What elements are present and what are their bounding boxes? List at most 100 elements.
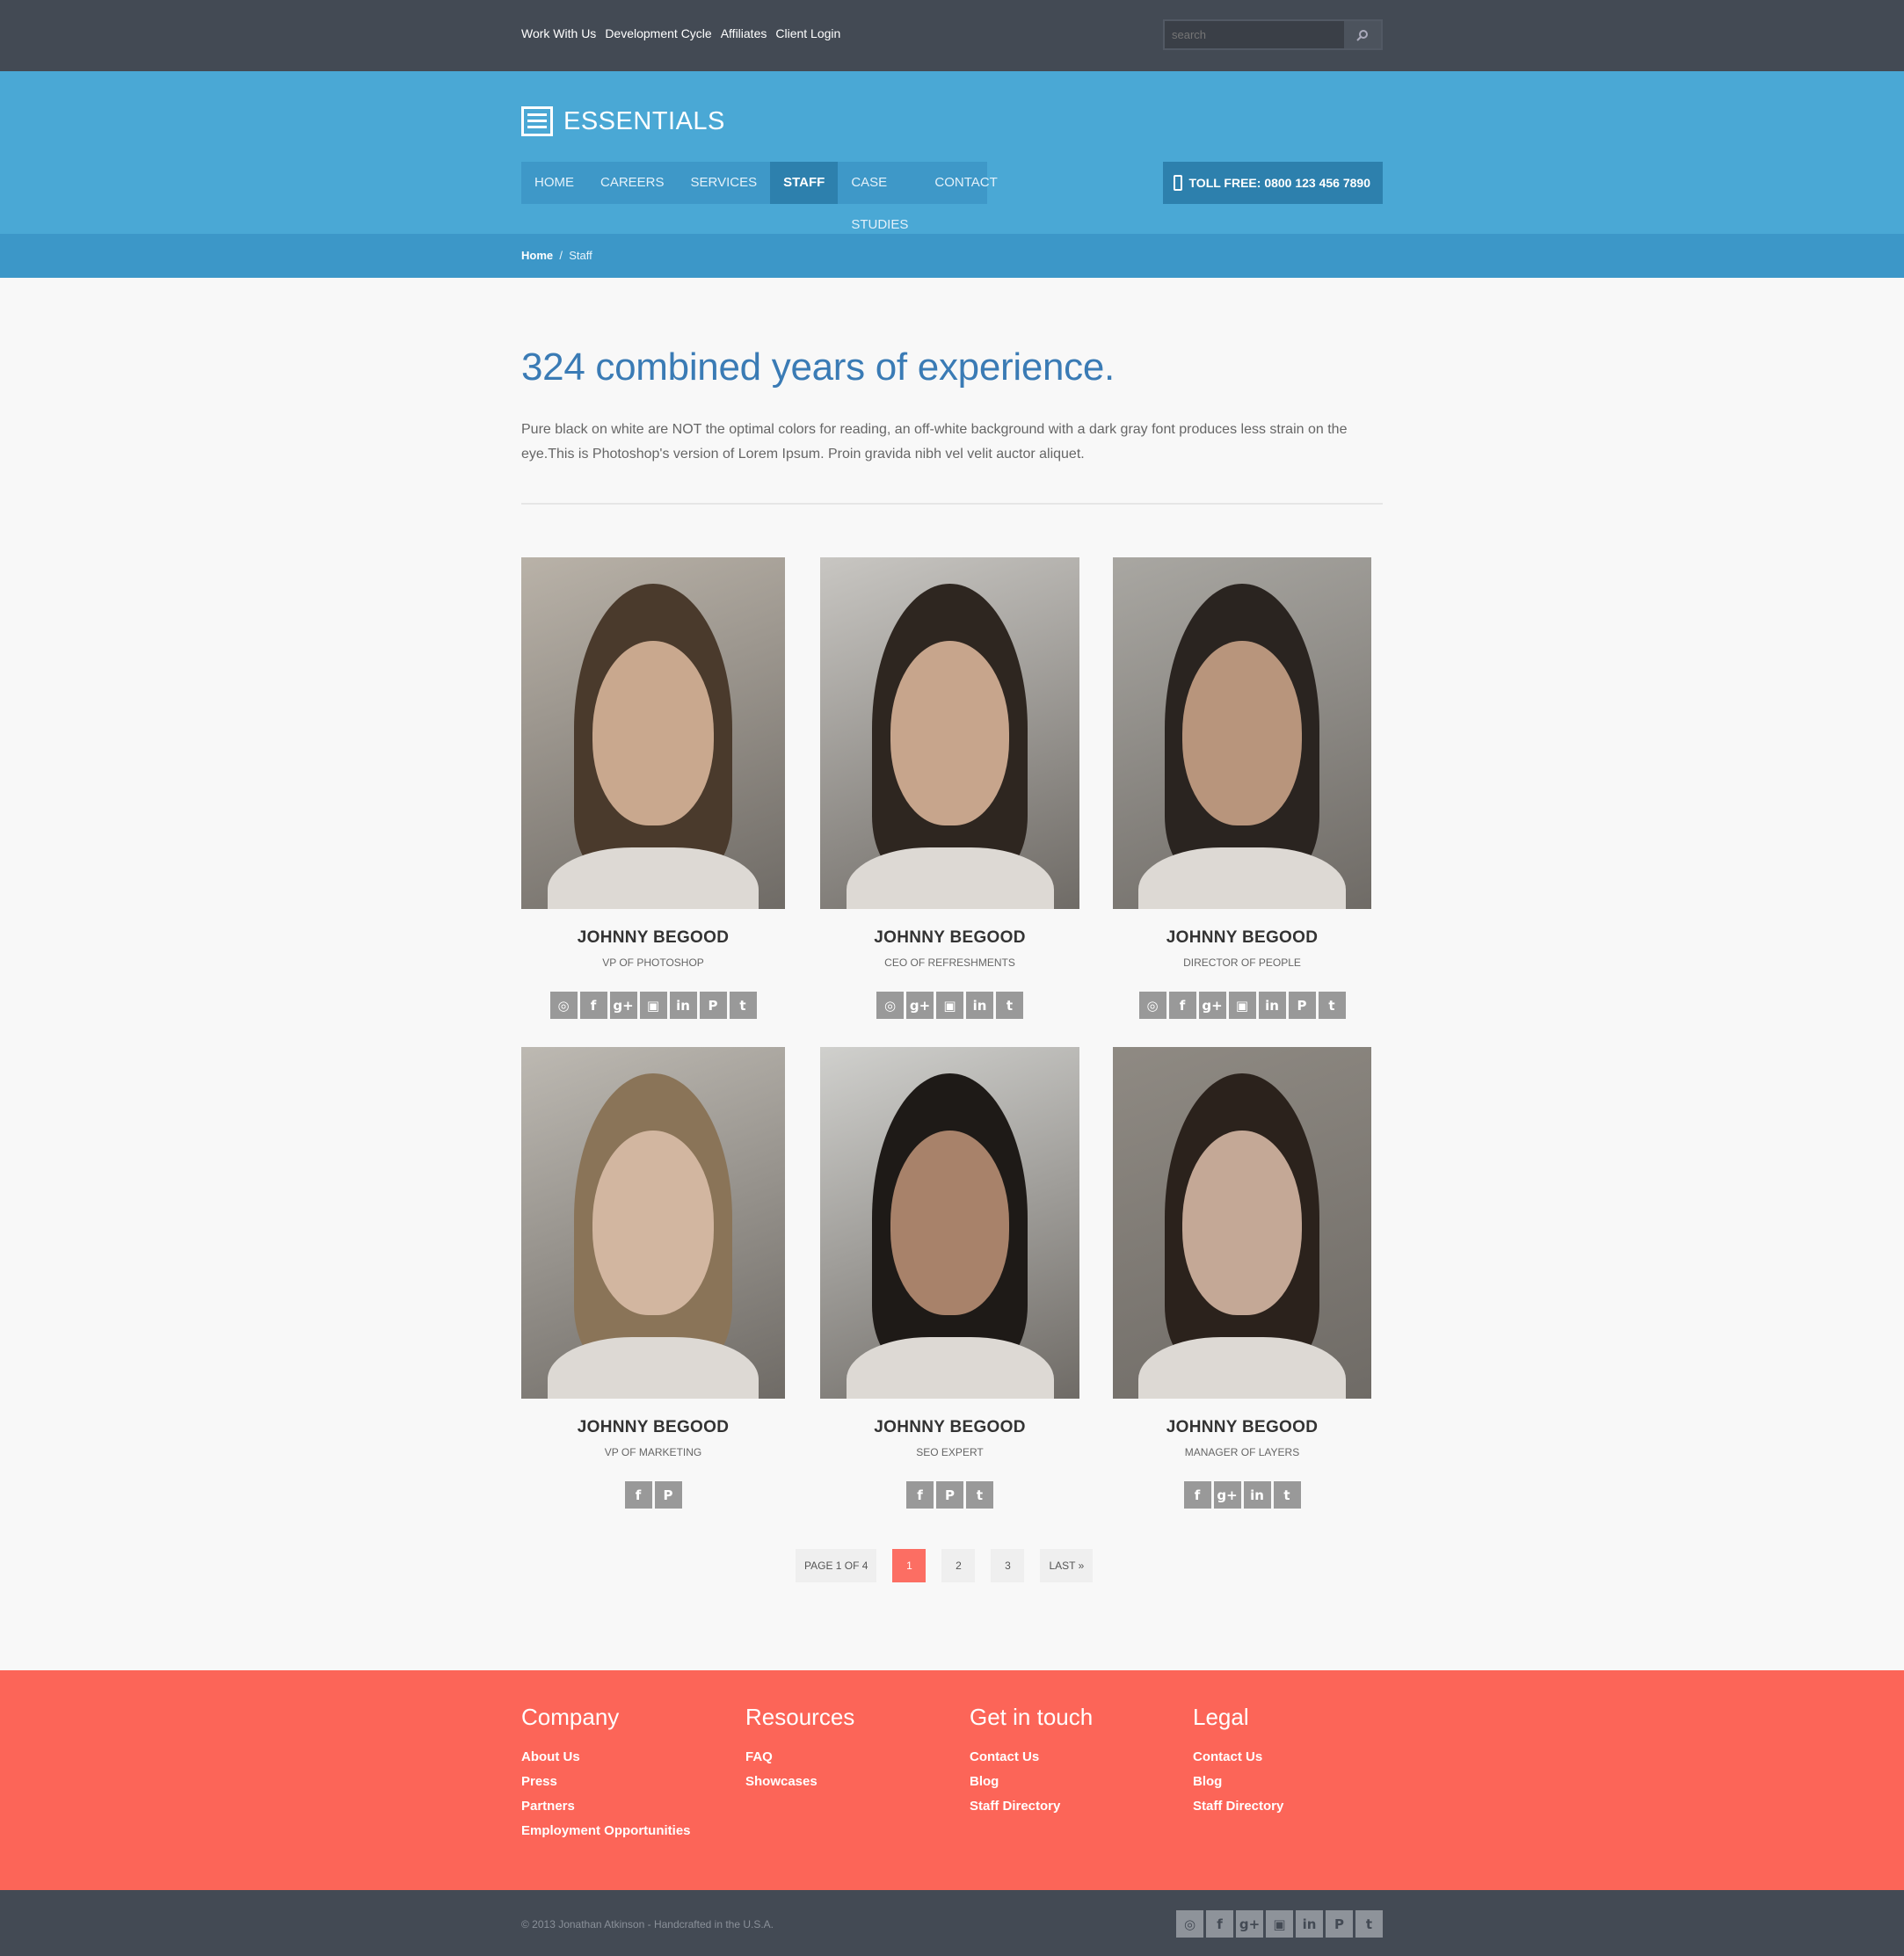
staff-photo <box>521 1047 785 1399</box>
site-header: ESSENTIALS HOME CAREERS SERVICES STAFF C… <box>0 71 1904 234</box>
staff-role: VP OF PHOTOSHOP <box>602 956 704 969</box>
pinterest-icon[interactable]: P <box>1326 1910 1353 1938</box>
linkedin-icon[interactable]: in <box>1258 992 1286 1019</box>
top-bar: Work With Us Development Cycle Affiliate… <box>0 0 1904 71</box>
facebook-icon[interactable]: f <box>1183 1481 1211 1509</box>
page-title: 324 combined years of experience. <box>521 345 1115 389</box>
page-1-button[interactable]: 1 <box>892 1549 927 1582</box>
staff-name: JOHNNY BEGOOD <box>1166 928 1319 947</box>
footer-link[interactable]: Staff Directory <box>1193 1794 1283 1819</box>
footer-link[interactable]: Partners <box>521 1794 691 1819</box>
page-2-button[interactable]: 2 <box>941 1549 976 1582</box>
phone-icon <box>1173 175 1182 191</box>
footer-link[interactable]: Showcases <box>745 1770 854 1794</box>
search-input[interactable] <box>1165 21 1344 48</box>
instagram-icon[interactable]: ▣ <box>1228 992 1256 1019</box>
staff-role: SEO EXPERT <box>916 1446 984 1458</box>
staff-name: JOHNNY BEGOOD <box>874 1418 1026 1436</box>
staff-social-icons: fPt <box>820 1481 1079 1509</box>
page-3-button[interactable]: 3 <box>991 1549 1025 1582</box>
pagination-summary: PAGE 1 OF 4 <box>796 1549 877 1582</box>
pagination: PAGE 1 OF 4 1 2 3 LAST » <box>796 1549 1094 1582</box>
pinterest-icon[interactable]: P <box>1288 992 1316 1019</box>
footer-link[interactable]: About Us <box>521 1745 691 1770</box>
staff-photo <box>820 557 1079 909</box>
dribbble-icon[interactable]: ◎ <box>549 992 578 1019</box>
facebook-icon[interactable]: f <box>579 992 607 1019</box>
footer: Company About Us Press Partners Employme… <box>0 1670 1904 1890</box>
facebook-icon[interactable]: f <box>906 1481 934 1509</box>
twitter-icon[interactable]: t <box>1355 1910 1383 1938</box>
footer-link[interactable]: Employment Opportunities <box>521 1819 691 1843</box>
google-plus-icon[interactable]: g+ <box>609 992 637 1019</box>
footer-column-get-in-touch: Get in touch Contact Us Blog Staff Direc… <box>970 1704 1093 1819</box>
breadcrumb-bar: Home / Staff <box>0 234 1904 278</box>
pinterest-icon[interactable]: P <box>936 1481 963 1509</box>
footer-link[interactable]: Blog <box>1193 1770 1283 1794</box>
staff-card: JOHNNY BEGOOD SEO EXPERT f Pt <box>820 1047 1079 1509</box>
staff-role: CEO OF REFRESHMENTS <box>884 956 1015 969</box>
footer-heading: Resources <box>745 1704 855 1730</box>
staff-photo <box>1113 557 1371 909</box>
google-plus-icon[interactable]: g+ <box>1213 1481 1241 1509</box>
twitter-icon[interactable]: t <box>1273 1481 1301 1509</box>
linkedin-icon[interactable]: in <box>966 992 993 1019</box>
footer-column-resources: Resources FAQ Showcases <box>745 1704 854 1794</box>
staff-social-icons: ◎ f g+ ▣ in Pt <box>1113 992 1371 1019</box>
footer-column-company: Company About Us Press Partners Employme… <box>521 1704 691 1843</box>
intro-text: Pure black on white are NOT the optimal … <box>521 422 1348 462</box>
breadcrumb-separator: / <box>559 249 563 262</box>
staff-role: MANAGER OF LAYERS <box>1184 1446 1300 1458</box>
staff-social-icons: fP <box>521 1481 785 1509</box>
divider <box>521 503 1383 505</box>
dribbble-icon[interactable]: ◎ <box>1138 992 1166 1019</box>
staff-social-icons: ◎ f g+ ▣ in Pt <box>521 992 785 1019</box>
staff-name: JOHNNY BEGOOD <box>577 928 730 947</box>
staff-photo <box>521 557 785 909</box>
footer-link[interactable]: Blog <box>970 1770 1093 1794</box>
staff-photo <box>820 1047 1079 1399</box>
twitter-icon[interactable]: t <box>1318 992 1346 1019</box>
instagram-icon[interactable]: ▣ <box>639 992 667 1019</box>
facebook-icon[interactable]: f <box>1168 992 1196 1019</box>
dribbble-icon[interactable]: ◎ <box>1176 1910 1203 1938</box>
staff-name: JOHNNY BEGOOD <box>577 1418 730 1436</box>
staff-social-icons: f g+ in t <box>1113 1481 1371 1509</box>
pinterest-icon[interactable]: P <box>699 992 727 1019</box>
linkedin-icon[interactable]: in <box>1296 1910 1323 1938</box>
bottom-bar: © 2013 Jonathan Atkinson - Handcrafted i… <box>0 1890 1904 1956</box>
facebook-icon[interactable]: f <box>624 1481 652 1509</box>
staff-card: JOHNNY BEGOOD CEO OF REFRESHMENTS ◎ g+ ▣ in t <box>820 557 1079 1019</box>
staff-role: DIRECTOR OF PEOPLE <box>1183 956 1301 969</box>
twitter-icon[interactable]: t <box>996 992 1023 1019</box>
footer-link[interactable]: Staff Directory <box>970 1794 1093 1819</box>
staff-name: JOHNNY BEGOOD <box>1166 1418 1319 1436</box>
search-box <box>1163 19 1383 50</box>
footer-link[interactable]: FAQ <box>745 1745 854 1770</box>
breadcrumb-home[interactable]: Home <box>521 249 553 262</box>
instagram-icon[interactable]: ▣ <box>1266 1910 1293 1938</box>
instagram-icon[interactable]: ▣ <box>936 992 963 1019</box>
staff-social-icons: ◎ g+ ▣ in t <box>820 992 1079 1019</box>
footer-columns: Company About Us Press Partners Employme… <box>521 1670 1383 1890</box>
google-plus-icon[interactable]: g+ <box>906 992 934 1019</box>
footer-heading: Company <box>521 1704 620 1730</box>
footer-link[interactable]: Contact Us <box>1193 1745 1283 1770</box>
twitter-icon[interactable]: t <box>729 992 757 1019</box>
google-plus-icon[interactable]: g+ <box>1198 992 1226 1019</box>
toll-free-badge: TOLL FREE: 0800 123 456 7890 <box>1162 162 1383 204</box>
last-page-button[interactable]: LAST » <box>1040 1549 1094 1582</box>
staff-card: JOHNNY BEGOOD VP OF PHOTOSHOP ◎ f g+ ▣ in Pt <box>521 557 785 1019</box>
footer-link[interactable]: Press <box>521 1770 691 1794</box>
google-plus-icon[interactable]: g+ <box>1236 1910 1263 1938</box>
breadcrumb: Home / Staff <box>521 249 1383 262</box>
footer-heading: Get in touch <box>970 1704 1094 1730</box>
facebook-icon[interactable]: f <box>1206 1910 1233 1938</box>
pinterest-icon[interactable]: P <box>654 1481 682 1509</box>
linkedin-icon[interactable]: in <box>669 992 697 1019</box>
twitter-icon[interactable]: t <box>966 1481 993 1509</box>
dribbble-icon[interactable]: ◎ <box>876 992 904 1019</box>
linkedin-icon[interactable]: in <box>1243 1481 1271 1509</box>
footer-link[interactable]: Contact Us <box>970 1745 1093 1770</box>
search-button[interactable] <box>1344 21 1381 48</box>
